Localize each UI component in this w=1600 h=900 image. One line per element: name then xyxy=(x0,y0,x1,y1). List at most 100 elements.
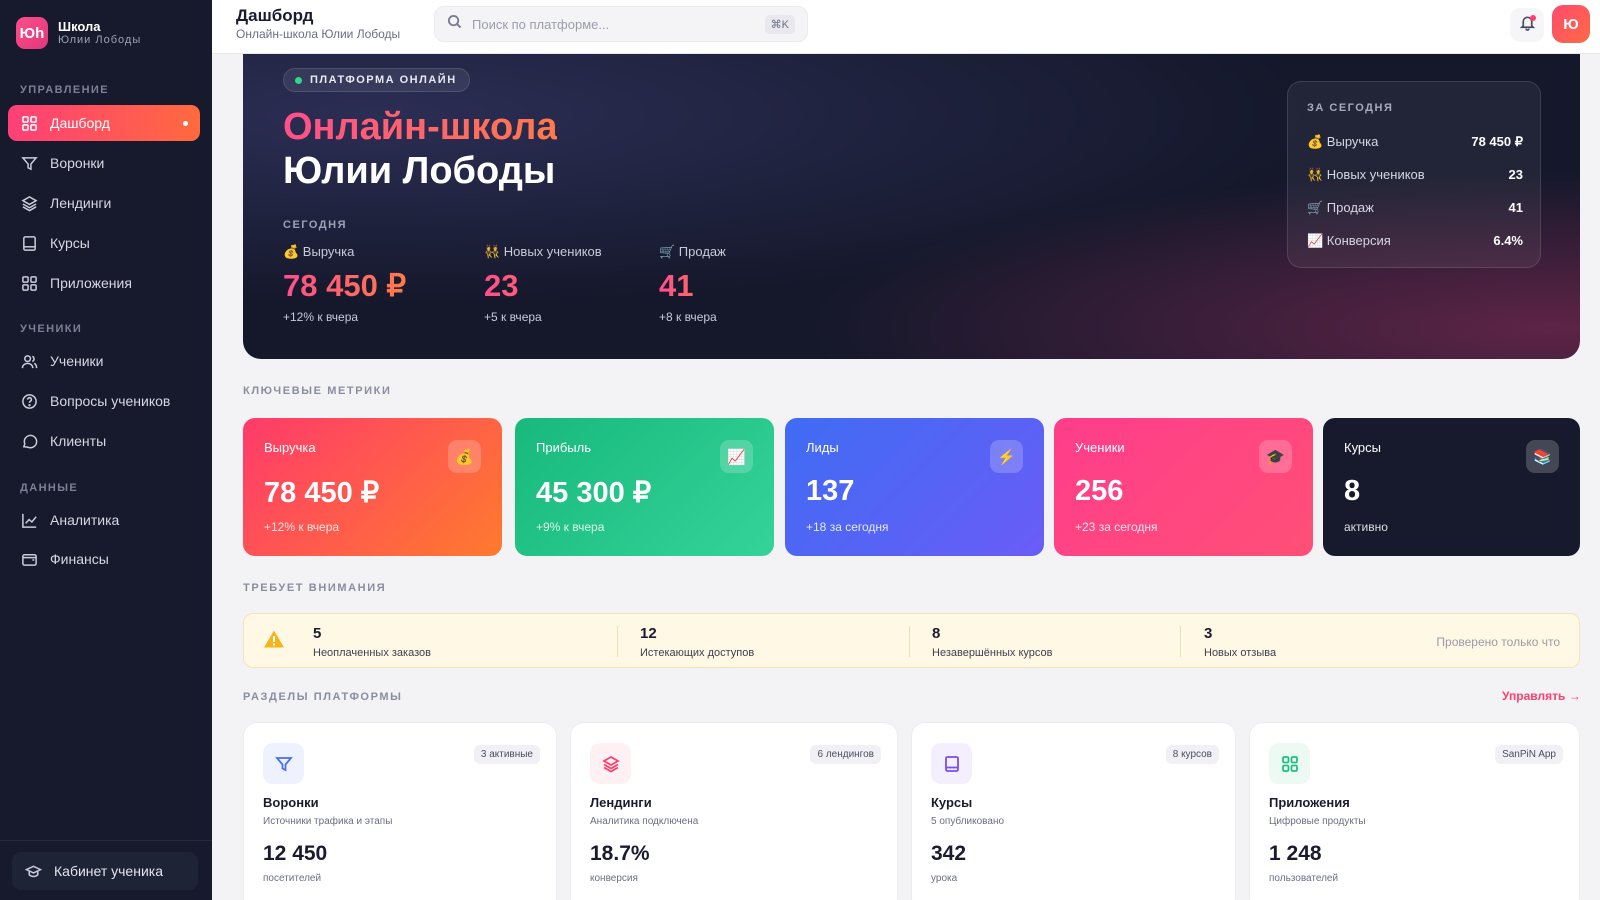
sidebar-divider xyxy=(0,840,212,841)
hero-stat-revenue: 💰 Выручка 78 450 ₽ +12% к вчера xyxy=(283,244,406,324)
platform-card-title: Лендинги xyxy=(590,795,652,810)
today-row-revenue: 💰 Выручка 78 450 ₽ xyxy=(1307,134,1523,150)
platform-card-unit: урока xyxy=(931,873,958,884)
page-subtitle: Онлайн-школа Юлии Лободы xyxy=(236,27,401,41)
today-row-label: 👯 Новых учеников xyxy=(1307,167,1425,182)
platform-card-badge: SanPiN App xyxy=(1495,745,1563,764)
lightning-icon: ⚡ xyxy=(990,440,1023,473)
apps-icon xyxy=(1269,743,1310,784)
platform-card-courses[interactable]: 8 курсов Курсы 5 опубликовано 342 урока xyxy=(911,722,1236,900)
apps-icon xyxy=(20,274,38,292)
hero-banner: ПЛАТФОРМА ОНЛАЙН Онлайн-школа Юлии Лобод… xyxy=(243,54,1580,359)
hero-title-line1: Онлайн-школа xyxy=(283,106,558,148)
hero-stat-value: 41 xyxy=(659,268,726,304)
nav-section-students: УЧЕНИКИ xyxy=(20,323,83,335)
sidebar-item-courses[interactable]: Курсы xyxy=(8,225,200,261)
sidebar-item-analytics[interactable]: Аналитика xyxy=(8,502,200,538)
search-box[interactable]: ⌘K xyxy=(434,6,808,42)
sidebar-item-apps[interactable]: Приложения xyxy=(8,265,200,301)
platform-card-badge: 6 лендингов xyxy=(810,745,881,764)
platform-card-value: 342 xyxy=(931,842,967,865)
sidebar-item-finance[interactable]: Финансы xyxy=(8,541,200,577)
search-shortcut: ⌘K xyxy=(764,14,795,34)
platform-card-subtitle: Цифровые продукты xyxy=(1269,816,1366,827)
metric-value: 78 450 ₽ xyxy=(264,477,380,509)
metric-sub: +18 за сегодня xyxy=(806,520,889,534)
books-icon: 📚 xyxy=(1526,440,1559,473)
metric-sub: активно xyxy=(1344,520,1388,534)
platform-card-value: 1 248 xyxy=(1269,842,1322,865)
attention-count: 3 xyxy=(1204,625,1213,642)
metric-card-revenue[interactable]: Выручка 💰 78 450 ₽ +12% к вчера xyxy=(243,418,502,556)
sidebar-item-clients[interactable]: Клиенты xyxy=(8,423,200,459)
layers-icon xyxy=(20,194,38,212)
sidebar-item-landings[interactable]: Лендинги xyxy=(8,185,200,221)
today-row-conversion: 📈 Конверсия 6.4% xyxy=(1307,233,1523,249)
metric-card-profit[interactable]: Прибыль 📈 45 300 ₽ +9% к вчера xyxy=(515,418,774,556)
platform-card-landings[interactable]: 6 лендингов Лендинги Аналитика подключен… xyxy=(570,722,898,900)
notifications-button[interactable] xyxy=(1510,8,1544,42)
hero-stat-change: +5 к вчера xyxy=(484,310,542,324)
chat-icon xyxy=(20,432,38,450)
attention-text: Истекающих доступов xyxy=(640,647,755,659)
attention-count: 8 xyxy=(932,625,941,642)
active-dot xyxy=(183,120,188,126)
online-status-badge: ПЛАТФОРМА ОНЛАЙН xyxy=(283,68,470,92)
today-card-title: ЗА СЕГОДНЯ xyxy=(1307,102,1394,114)
sidebar-item-label: Клиенты xyxy=(50,433,107,449)
platform-card-apps[interactable]: SanPiN App Приложения Цифровые продукты … xyxy=(1249,722,1580,900)
sidebar-item-label: Приложения xyxy=(50,275,132,291)
metric-label: Лиды xyxy=(806,440,839,455)
notification-badge xyxy=(1530,15,1536,21)
metric-label: Прибыль xyxy=(536,440,591,455)
attention-expiring-access[interactable]: 12 Истекающих доступов xyxy=(640,625,754,659)
attention-new-reviews[interactable]: 3 Новых отзыва xyxy=(1204,625,1276,659)
sidebar-item-label: Дашборд xyxy=(50,115,110,131)
platform-card-unit: конверсия xyxy=(590,873,638,884)
student-cabinet-button[interactable]: Кабинет ученика xyxy=(12,852,198,890)
platform-card-badge: 3 активные xyxy=(473,745,540,764)
sidebar-item-dashboard[interactable]: Дашборд xyxy=(8,105,200,141)
platform-card-title: Воронки xyxy=(263,795,319,810)
metric-card-students[interactable]: Ученики 🎓 256 +23 за сегодня xyxy=(1054,418,1313,556)
sidebar-item-questions[interactable]: Вопросы учеников xyxy=(8,383,200,419)
key-metrics-label: КЛЮЧЕВЫЕ МЕТРИКИ xyxy=(243,385,392,397)
graduation-cap-icon xyxy=(24,862,42,880)
user-avatar[interactable]: Ю xyxy=(1552,5,1590,43)
today-row-label: 📈 Конверсия xyxy=(1307,233,1391,248)
brand[interactable]: Юh Школа Юлии Лободы xyxy=(16,17,141,49)
attention-unpaid-orders[interactable]: 5 Неоплаченных заказов xyxy=(313,625,431,659)
top-header: Дашборд Онлайн-школа Юлии Лободы ⌘K Ю xyxy=(212,0,1600,54)
manage-link[interactable]: Управлять → xyxy=(1502,689,1581,703)
warning-icon xyxy=(263,629,285,654)
platform-card-title: Приложения xyxy=(1269,795,1350,810)
sidebar-item-label: Курсы xyxy=(50,235,90,251)
today-row-value: 78 450 ₽ xyxy=(1471,134,1523,149)
sidebar-item-students[interactable]: Ученики xyxy=(8,343,200,379)
hero-stat-label: 👯 Новых учеников xyxy=(484,244,602,259)
metric-label: Выручка xyxy=(264,440,316,455)
today-summary-card: ЗА СЕГОДНЯ 💰 Выручка 78 450 ₽ 👯 Новых уч… xyxy=(1287,81,1541,268)
metric-card-leads[interactable]: Лиды ⚡ 137 +18 за сегодня xyxy=(785,418,1044,556)
platform-sections-label: РАЗДЕЛЫ ПЛАТФОРМЫ xyxy=(243,691,403,703)
attention-divider xyxy=(909,626,910,657)
sidebar-item-funnels[interactable]: Воронки xyxy=(8,145,200,181)
search-icon xyxy=(447,14,462,34)
today-row-label: 💰 Выручка xyxy=(1307,134,1379,149)
search-input[interactable] xyxy=(472,16,755,32)
nav-section-management: УПРАВЛЕНИЕ xyxy=(20,84,109,96)
attention-count: 5 xyxy=(313,625,322,642)
funnel-icon xyxy=(263,743,304,784)
attention-count: 12 xyxy=(640,625,657,642)
metric-card-courses[interactable]: Курсы 📚 8 активно xyxy=(1323,418,1580,556)
hero-title-line2: Юлии Лободы xyxy=(283,150,556,192)
hero-stat-label: 🛒 Продаж xyxy=(659,244,726,259)
today-row-value: 41 xyxy=(1508,200,1523,215)
attention-label: ТРЕБУЕТ ВНИМАНИЯ xyxy=(243,582,387,594)
hero-today-label: СЕГОДНЯ xyxy=(283,219,347,231)
brand-logo: Юh xyxy=(16,17,48,49)
attention-unfinished-courses[interactable]: 8 Незавершённых курсов xyxy=(932,625,1053,659)
sidebar-item-label: Аналитика xyxy=(50,512,120,528)
hero-stat-change: +12% к вчера xyxy=(283,310,359,324)
platform-card-funnels[interactable]: 3 активные Воронки Источники трафика и э… xyxy=(243,722,557,900)
